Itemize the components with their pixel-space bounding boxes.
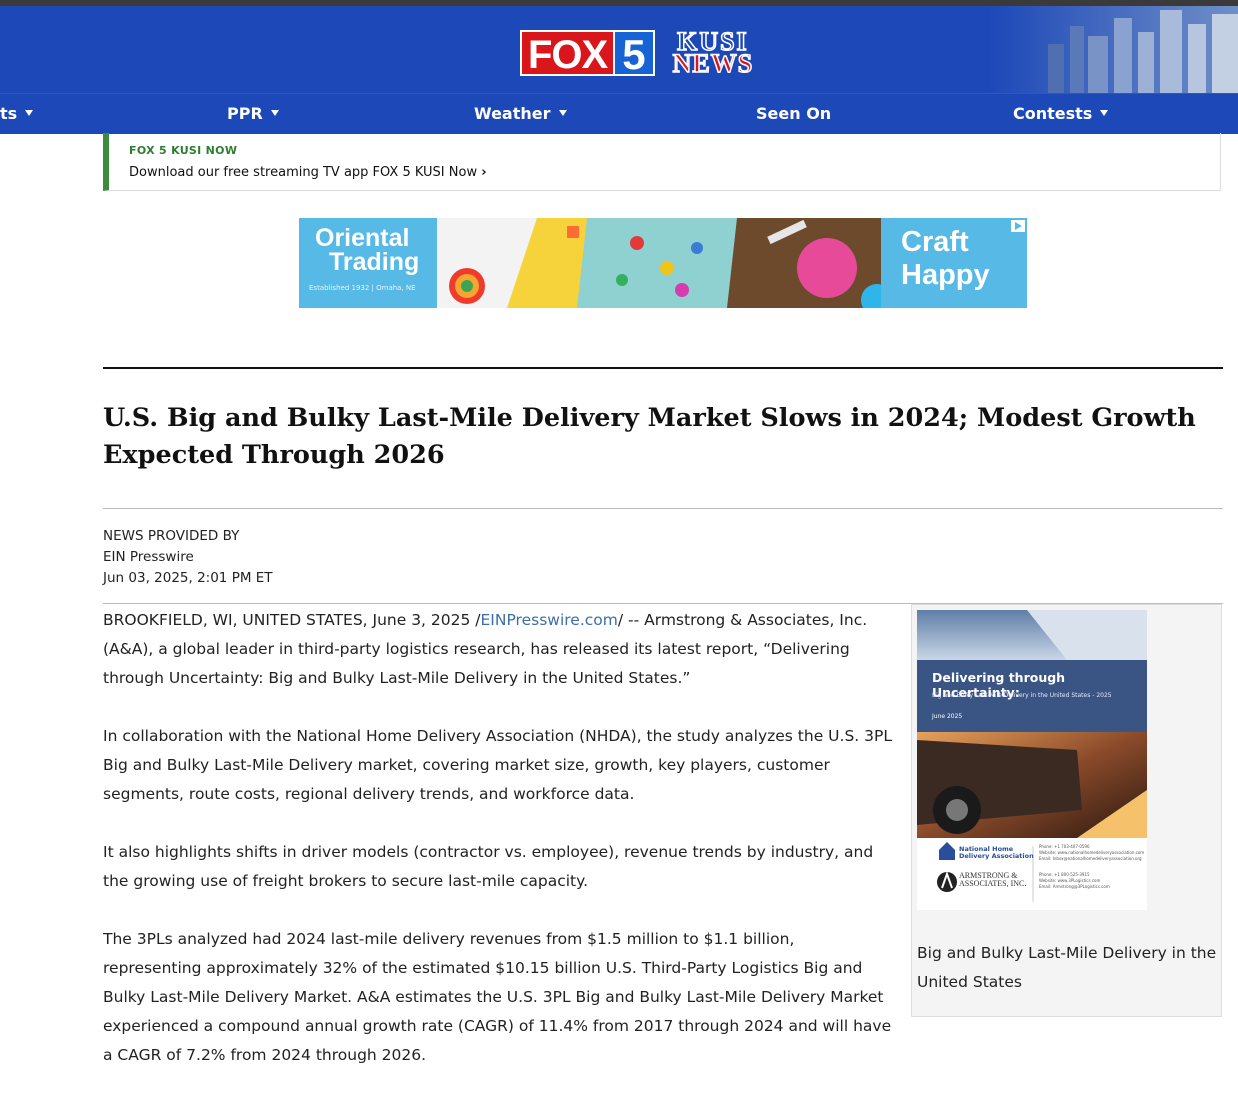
- nav-item-contests[interactable]: Contests: [1013, 94, 1109, 134]
- promo-kicker: FOX 5 KUSI NOW: [129, 144, 238, 157]
- armstrong-contact: Phone: +1 800-525-3915 Website: www.3PLo…: [1039, 872, 1110, 890]
- promo-link[interactable]: Download our free streaming TV app FOX 5…: [129, 165, 487, 180]
- article-figure: Delivering through Uncertainty: Big and …: [911, 604, 1222, 1017]
- report-cover-graphic: [917, 610, 1147, 910]
- nav-item-label: PPR: [227, 104, 263, 123]
- nav-item-label: Seen On: [756, 104, 832, 123]
- ad-cta-line1: Craft: [901, 226, 969, 258]
- nav-item-weather[interactable]: Weather: [474, 94, 567, 134]
- provider-name: EIN Presswire: [103, 549, 194, 565]
- armstrong-logo-line2: ASSOCIATES, INC.: [959, 879, 1027, 888]
- caret-down-icon: [558, 109, 567, 116]
- cover-date: June 2025: [932, 713, 963, 720]
- fox-logo-number: 5: [615, 30, 655, 78]
- main-nav: ts PPR Weather Seen On Contests: [0, 93, 1238, 134]
- provided-label: NEWS PROVIDED BY: [103, 528, 240, 544]
- fox5-logo: FOX 5: [520, 30, 655, 78]
- einpresswire-link[interactable]: EINPresswire.com: [481, 611, 618, 629]
- chevron-right-icon: ›: [481, 165, 487, 180]
- contact-line: Email: Inbox@nationalhomedeliveryassocia…: [1039, 856, 1142, 861]
- divider-thick: [103, 367, 1223, 369]
- ad-brand-panel: Oriental Trading Established 1932 | Omah…: [299, 218, 437, 308]
- nav-item-seen-on[interactable]: Seen On: [756, 94, 831, 134]
- nav-item-label: ts: [0, 104, 18, 123]
- article-paragraph: BROOKFIELD, WI, UNITED STATES, June 3, 2…: [103, 606, 895, 693]
- ad-cta-panel: Craft Happy: [881, 218, 1027, 308]
- cover-subtitle: Big and Bulky Last-Mile Delivery in the …: [932, 692, 1112, 699]
- station-logo[interactable]: FOX 5 KUSI NEWS: [520, 28, 753, 78]
- article-body: BROOKFIELD, WI, UNITED STATES, June 3, 2…: [103, 606, 895, 1099]
- article-paragraph: It also highlights shifts in driver mode…: [103, 843, 874, 890]
- streaming-app-promo: FOX 5 KUSI NOW Download our free streami…: [103, 133, 1221, 191]
- nav-item-label: Contests: [1013, 104, 1093, 123]
- article-paragraph: The 3PLs analyzed had 2024 last-mile del…: [103, 930, 892, 1064]
- figure-caption: Big and Bulky Last-Mile Delivery in the …: [917, 944, 1217, 991]
- nhda-logo-line2: Delivery Association: [959, 852, 1034, 860]
- nhda-logo: National Home Delivery Association: [959, 846, 1034, 860]
- nhda-contact: Phone: +1 703-407-0596 Website: www.nati…: [1039, 844, 1144, 862]
- divider: [103, 508, 1223, 509]
- site-header: FOX 5 KUSI NEWS: [0, 6, 1238, 93]
- cover-title-band: Delivering through Uncertainty: Big and …: [917, 660, 1147, 732]
- article-paragraph: In collaboration with the National Home …: [103, 727, 892, 803]
- ad-cta-line2: Happy: [901, 259, 990, 291]
- caret-down-icon: [1100, 109, 1109, 116]
- nav-item-partial[interactable]: ts: [0, 94, 34, 134]
- kusi-news-logo: KUSI NEWS: [672, 28, 754, 78]
- caret-down-icon: [270, 109, 279, 116]
- ad-established: Established 1932 | Omaha, NE: [309, 284, 416, 292]
- promo-link-text: Download our free streaming TV app FOX 5…: [129, 165, 478, 180]
- nav-item-label: Weather: [474, 104, 551, 123]
- ad-craft-image: [437, 218, 881, 308]
- news-logo-text: NEWS: [672, 49, 754, 78]
- ad-brand-line2: Trading: [329, 248, 420, 276]
- contact-line: Email: Armstrong@3PLogistics.com: [1039, 884, 1110, 889]
- ad-cta-text: Craft Happy: [901, 226, 990, 292]
- paragraph-text: BROOKFIELD, WI, UNITED STATES, June 3, 2…: [103, 611, 481, 629]
- nav-item-ppr[interactable]: PPR: [227, 94, 279, 134]
- adchoices-icon[interactable]: [1011, 220, 1025, 232]
- article-title: U.S. Big and Bulky Last-Mile Delivery Ma…: [103, 403, 1196, 470]
- banner-ad[interactable]: Oriental Trading Established 1932 | Omah…: [299, 218, 1027, 308]
- city-skyline-graphic: [988, 6, 1238, 93]
- caret-down-icon: [25, 109, 34, 116]
- publish-datetime: Jun 03, 2025, 2:01 PM ET: [103, 570, 273, 586]
- armstrong-logo: ARMSTRONG & ASSOCIATES, INC.: [959, 872, 1026, 888]
- report-cover-image[interactable]: Delivering through Uncertainty: Big and …: [917, 610, 1147, 910]
- article-byline: NEWS PROVIDED BY EIN Presswire Jun 03, 2…: [103, 526, 273, 589]
- fox-logo-text: FOX: [520, 30, 616, 77]
